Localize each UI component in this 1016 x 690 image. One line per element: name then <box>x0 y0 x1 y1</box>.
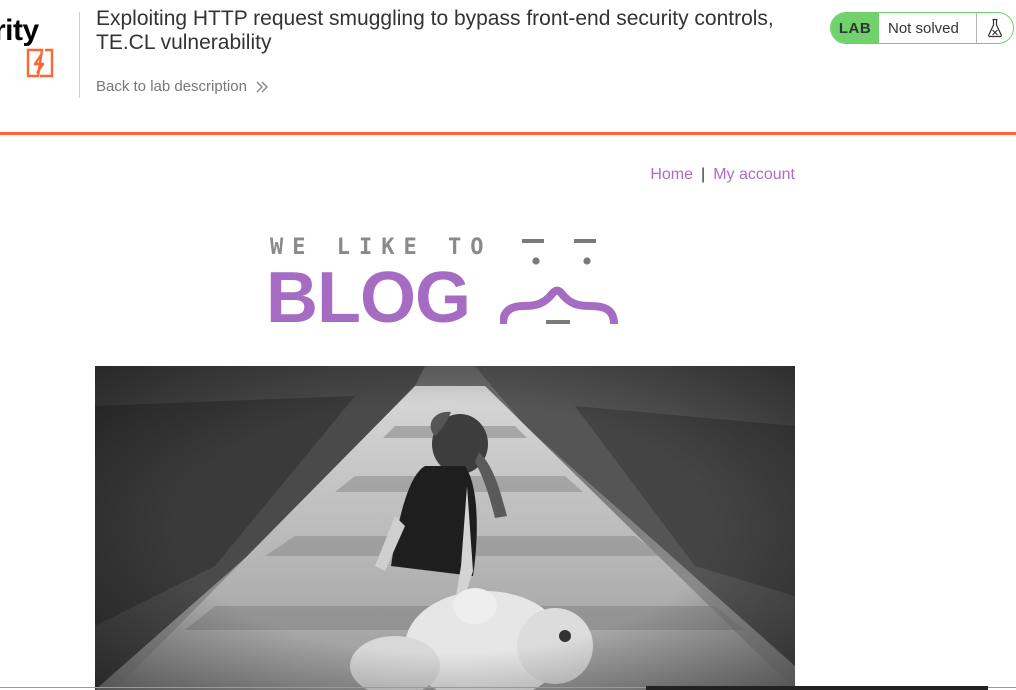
logo-text-line1: curity <box>0 14 39 47</box>
blog-post-image[interactable] <box>95 366 795 690</box>
back-to-lab-description-link[interactable]: Back to lab description <box>96 78 269 95</box>
back-link-label: Back to lab description <box>96 78 247 95</box>
header-divider <box>79 12 80 98</box>
academy-logo-icon <box>26 48 54 78</box>
web-security-academy-logo[interactable]: curity y <box>0 8 80 100</box>
lab-status-text: Not solved <box>879 13 977 43</box>
post-photo <box>95 366 795 690</box>
flask-icon <box>977 13 1013 43</box>
lab-badge: LAB <box>831 13 879 43</box>
horizontal-scrollbar-thumb[interactable] <box>646 686 988 690</box>
curly-brace-face-icon <box>500 239 618 325</box>
banner-title: BLOG <box>266 258 471 338</box>
banner-tagline: WE LIKE TO <box>270 235 493 260</box>
header-accent-rule <box>0 132 1016 135</box>
home-link[interactable]: Home <box>650 166 693 183</box>
blog-banner: WE LIKE TO BLOG <box>266 232 626 338</box>
site-nav: Home | My account <box>600 166 795 184</box>
lab-title: Exploiting HTTP request smuggling to byp… <box>96 7 774 54</box>
my-account-link[interactable]: My account <box>713 166 795 183</box>
double-chevron-right-icon <box>256 81 268 92</box>
academy-header: curity y Exploiting HTTP request smuggli… <box>0 0 1016 133</box>
nav-separator: | <box>701 166 706 183</box>
lab-status-widget: LAB Not solved <box>830 12 1014 44</box>
